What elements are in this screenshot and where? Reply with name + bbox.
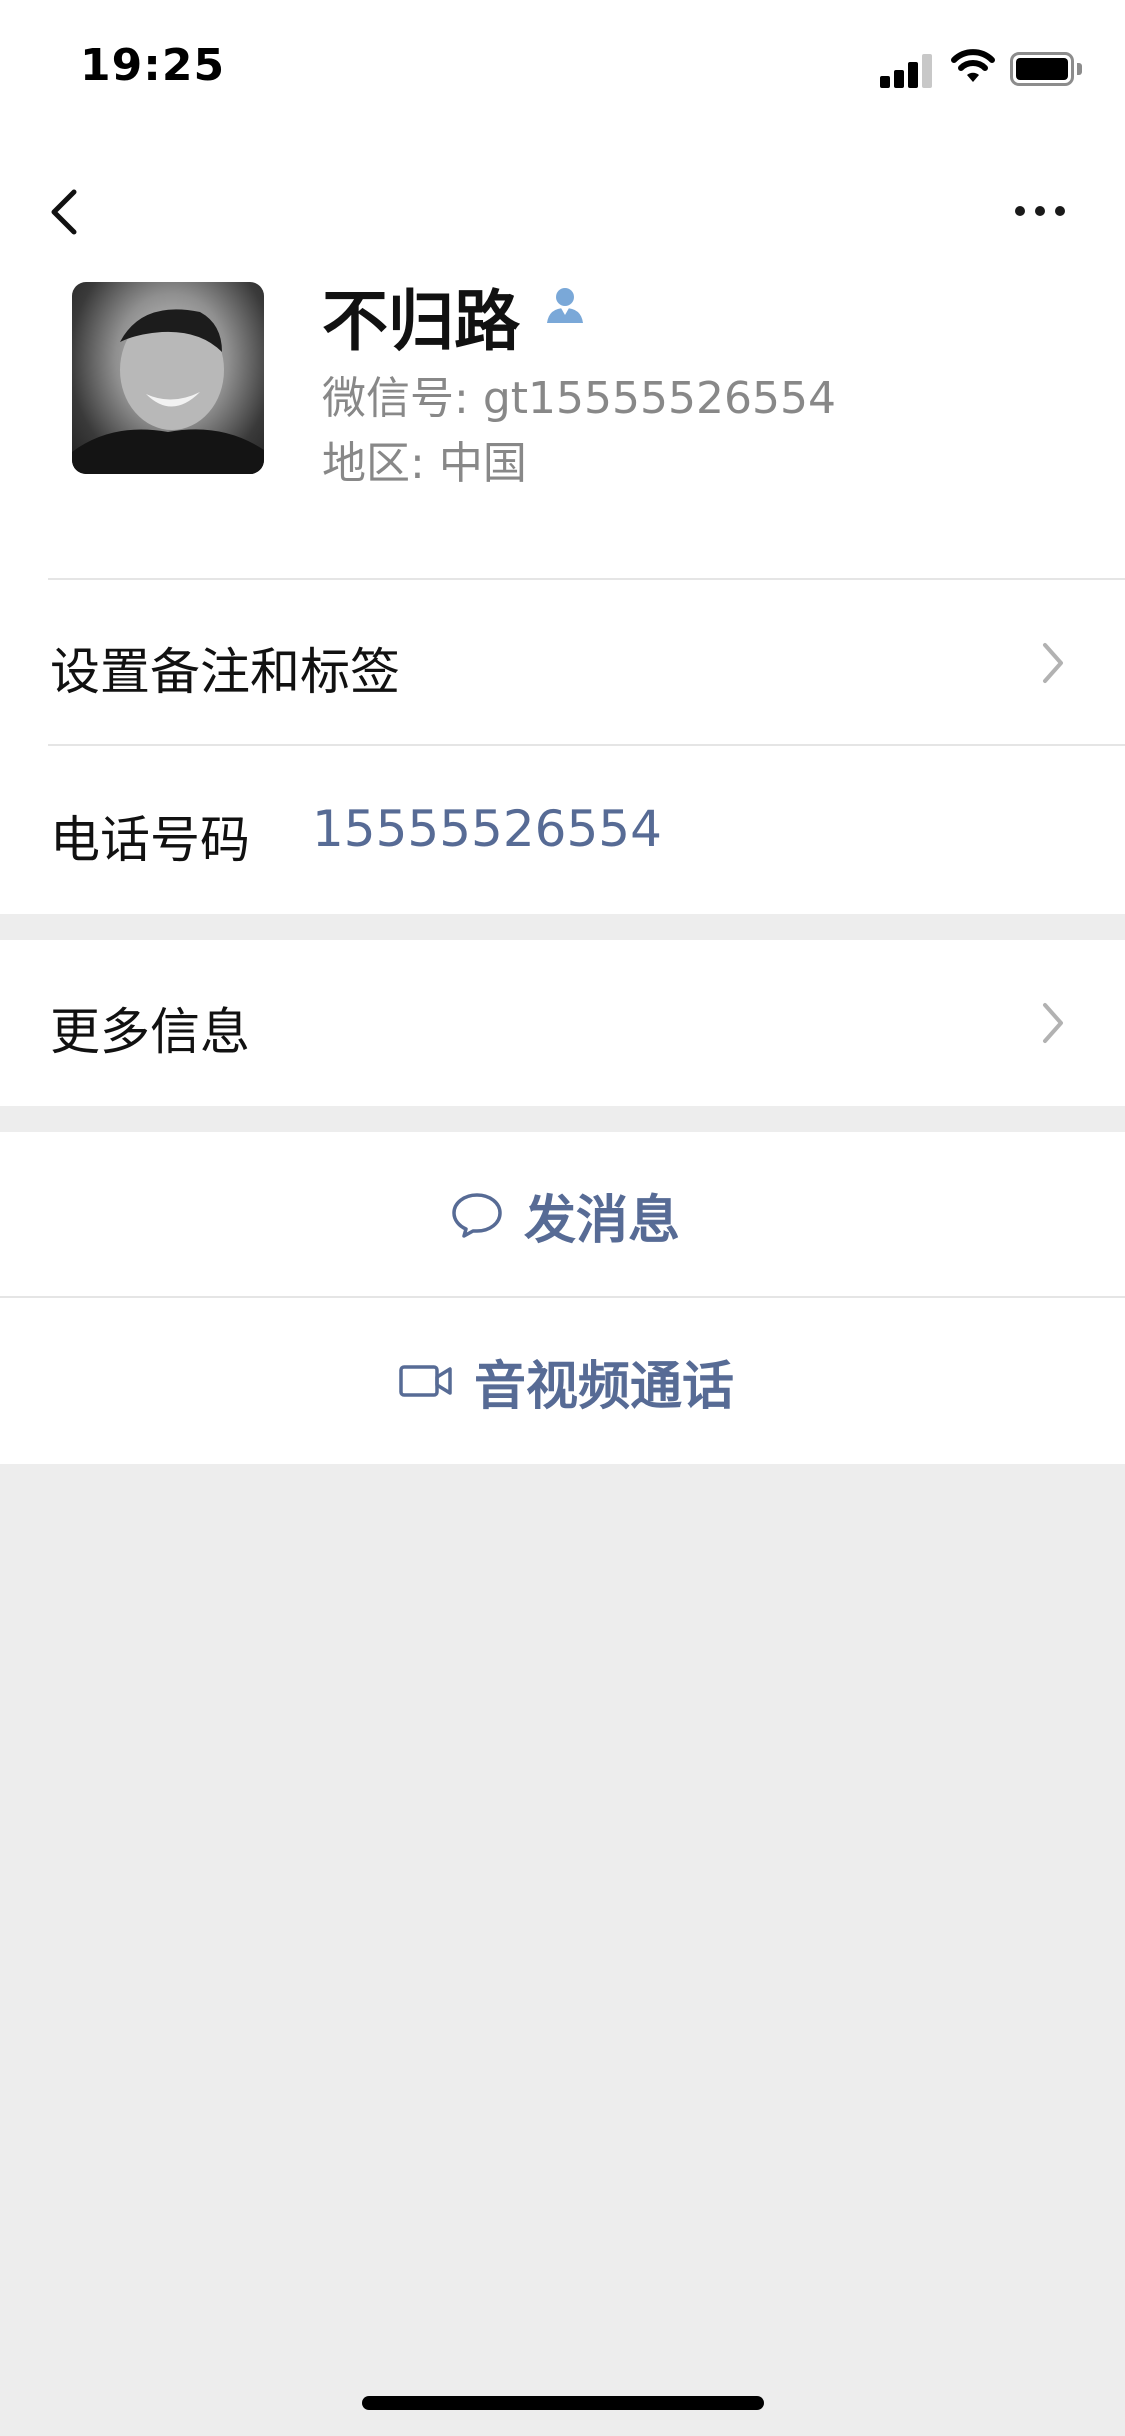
region-value: 中国 (438, 438, 527, 489)
chat-bubble-icon (452, 1193, 502, 1238)
more-info-row[interactable]: 更多信息 (0, 940, 1125, 1106)
remark-tags-label: 设置备注和标签 (50, 643, 400, 701)
more-info-label: 更多信息 (50, 1003, 250, 1061)
back-arrow-icon[interactable] (40, 170, 90, 250)
more-dots-icon[interactable] (1005, 180, 1075, 240)
avatar[interactable] (72, 282, 264, 474)
wifi-icon (951, 49, 995, 82)
profile-header: 不归路 微信号: gt15555526554 地区: 中国 (0, 140, 1125, 580)
send-message-label: 发消息 (524, 1190, 681, 1251)
audio-video-call-label: 音视频通话 (474, 1356, 735, 1417)
audio-video-call-button[interactable]: 音视频通话 (0, 1298, 1125, 1464)
battery-icon (1010, 52, 1082, 86)
phone-number-link[interactable]: 15555526554 (312, 800, 662, 858)
cellular-signal-icon (880, 52, 932, 88)
region: 地区: 中国 (322, 427, 527, 491)
home-indicator[interactable] (362, 2396, 764, 2410)
phone-row: 电话号码 15555526554 (0, 746, 1125, 914)
send-message-button[interactable]: 发消息 (0, 1132, 1125, 1298)
contact-person-icon (547, 288, 583, 323)
region-label: 地区: (322, 438, 425, 489)
wechat-id: 微信号: gt15555526554 (322, 362, 836, 426)
status-bar: 19:25 (0, 0, 1125, 140)
remark-tags-row[interactable]: 设置备注和标签 (0, 580, 1125, 746)
contact-name: 不归路 (322, 283, 520, 360)
status-time: 19:25 (80, 40, 226, 91)
phone-label: 电话号码 (50, 811, 250, 869)
wechat-id-value: gt15555526554 (482, 373, 836, 424)
chevron-right-icon (1043, 1003, 1063, 1043)
contact-profile-screen: 19:25 不归路 微信号: gt15555526554 地区: 中国 设置备注… (0, 0, 1125, 2436)
chevron-right-icon (1043, 643, 1063, 683)
wechat-id-label: 微信号: (322, 373, 469, 424)
video-camera-icon (399, 1365, 452, 1397)
